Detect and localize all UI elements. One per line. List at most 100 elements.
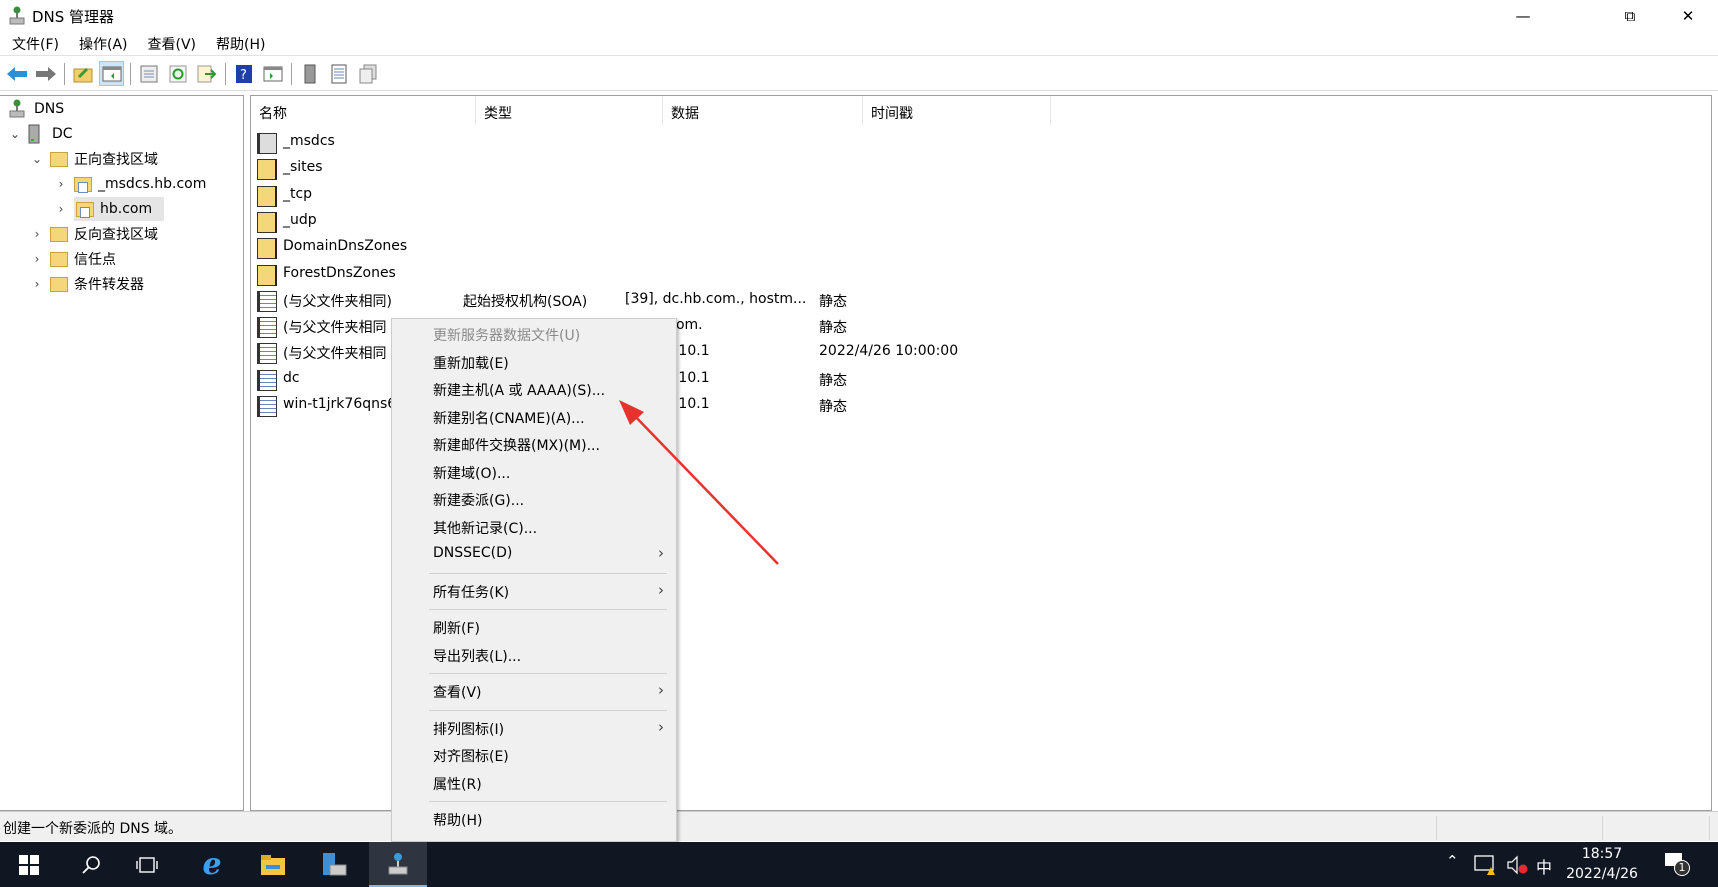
menu-item-label: 对齐图标(E) [433, 749, 509, 765]
context-menu-item[interactable]: 更新服务器数据文件(U) [392, 321, 676, 347]
tree-item-dns[interactable]: DNS [8, 97, 64, 121]
show-hidden-icons-button[interactable]: ⌃ [1446, 852, 1459, 870]
context-menu-item[interactable]: 查看(V) › [392, 678, 676, 704]
menu-separator [429, 801, 667, 802]
tree-item-label: 正向查找区域 [74, 152, 158, 168]
context-menu-item[interactable]: 重新加载(E) [392, 349, 676, 375]
back-button[interactable] [4, 61, 29, 86]
tree-item-conditional-forwarders[interactable]: › 条件转发器 [30, 272, 144, 296]
context-menu-item[interactable]: 导出列表(L)... [392, 642, 676, 668]
internet-explorer-icon: e [202, 847, 222, 882]
table-row[interactable]: _udp [257, 207, 1357, 233]
tree-item-forward-zones[interactable]: ⌄ 正向查找区域 [30, 147, 158, 171]
action-center-button[interactable]: 1 [1664, 852, 1690, 880]
start-button[interactable] [0, 842, 58, 887]
context-menu-item[interactable]: 刷新(F) [392, 614, 676, 640]
context-menu-item[interactable]: 属性(R) [392, 770, 676, 796]
column-header-type[interactable]: 类型 [476, 96, 663, 125]
record-icon [257, 396, 277, 417]
table-row[interactable]: _tcp [257, 181, 1357, 207]
export-list-button[interactable] [194, 61, 219, 86]
table-row[interactable]: DomainDnsZones [257, 233, 1357, 260]
chevron-right-icon[interactable]: › [30, 277, 44, 291]
volume-muted-icon[interactable] [1506, 854, 1528, 876]
network-warning-icon[interactable] [1474, 854, 1496, 876]
table-row[interactable]: ForestDnsZones [257, 260, 1357, 286]
tree-item-label: DNS [34, 101, 65, 117]
clock[interactable]: 18:57 2022/4/26 [1562, 844, 1642, 884]
cell-name: _msdcs [283, 133, 335, 149]
forward-button[interactable] [33, 61, 58, 86]
list-view-button[interactable] [326, 61, 351, 86]
show-action-pane-button[interactable] [260, 61, 285, 86]
cell-timestamp: 静态 [819, 320, 847, 337]
minimize-button[interactable]: — [1495, 0, 1551, 31]
up-level-button[interactable] [70, 61, 95, 86]
action-pane-icon [263, 66, 282, 81]
refresh-icon [169, 65, 186, 82]
help-button[interactable]: ? [231, 61, 256, 86]
close-icon: ✕ [1681, 6, 1695, 25]
table-row[interactable]: _sites [257, 154, 1357, 181]
cell-name: _udp [283, 211, 317, 228]
cell-name: (与父文件夹相同) [283, 293, 392, 310]
cell-name: win-t1jrk76qns6 [283, 396, 397, 412]
table-row[interactable]: _msdcs [257, 128, 1357, 154]
notification-count: 1 [1674, 860, 1690, 876]
taskbar-server-manager[interactable] [305, 842, 363, 887]
taskbar-file-explorer[interactable] [244, 842, 302, 887]
task-view-button[interactable] [118, 842, 176, 887]
folder-icon [257, 264, 277, 286]
status-text: 创建一个新委派的 DNS 域。 [3, 821, 183, 837]
ime-indicator[interactable]: 中 [1536, 854, 1552, 878]
title-bar: DNS 管理器 — ⧉ ✕ [0, 0, 1718, 31]
back-arrow-icon [6, 66, 27, 81]
dns-app-icon [8, 6, 26, 30]
tree-item-label: 条件转发器 [74, 277, 144, 293]
zone-icon [74, 176, 92, 193]
zone-icon [76, 201, 94, 218]
taskbar-ie[interactable]: e [183, 842, 241, 887]
taskbar: e ⌃ 中 18:57 2022/4/26 1 [0, 842, 1718, 887]
chevron-down-icon[interactable]: ⌄ [8, 127, 22, 141]
column-header-timestamp[interactable]: 时间戳 [863, 96, 1051, 125]
properties-icon [140, 65, 157, 82]
menu-bar: 文件(F) 操作(A) 查看(V) 帮助(H) [0, 31, 1718, 56]
tree-item-trust-points[interactable]: › 信任点 [30, 247, 116, 271]
chevron-right-icon[interactable]: › [30, 252, 44, 266]
chevron-down-icon[interactable]: ⌄ [30, 152, 44, 166]
chevron-right-icon[interactable]: › [54, 202, 68, 216]
table-row[interactable]: (与父文件夹相同) 起始授权机构(SOA) [39], dc.hb.com., ho… [257, 286, 1357, 312]
menu-file[interactable]: 文件(F) [4, 31, 67, 55]
menu-view[interactable]: 查看(V) [140, 31, 205, 55]
tree-item-label: hb.com [100, 201, 153, 217]
taskbar-dns-manager[interactable] [369, 842, 427, 887]
chevron-right-icon[interactable]: › [54, 177, 68, 191]
context-menu-item[interactable]: 排列图标(I) › [392, 715, 676, 741]
minimize-icon: — [1515, 6, 1531, 25]
properties-button[interactable] [136, 61, 161, 86]
folder-icon [50, 151, 68, 167]
tree-item-msdcs-zone[interactable]: › _msdcs.hb.com [54, 172, 206, 196]
show-hide-tree-button[interactable] [99, 61, 124, 86]
menu-separator [429, 673, 667, 674]
chevron-right-icon[interactable]: › [30, 227, 44, 241]
restore-button[interactable]: ⧉ [1602, 0, 1658, 31]
close-button[interactable]: ✕ [1660, 0, 1716, 31]
folder-icon [257, 185, 277, 207]
forward-arrow-icon [35, 66, 56, 81]
context-menu-item[interactable]: 帮助(H) [392, 806, 676, 832]
tree-item-dc[interactable]: ⌄ DC [8, 122, 73, 146]
refresh-button[interactable] [165, 61, 190, 86]
tree-item-reverse-zones[interactable]: › 反向查找区域 [30, 222, 158, 246]
copy-button[interactable] [355, 61, 380, 86]
column-header-name[interactable]: 名称 [251, 96, 476, 125]
column-header-data[interactable]: 数据 [663, 96, 863, 125]
context-menu-item[interactable]: 对齐图标(E) [392, 742, 676, 768]
menu-action[interactable]: 操作(A) [71, 31, 136, 55]
menu-help[interactable]: 帮助(H) [208, 31, 273, 55]
server-button[interactable] [297, 61, 322, 86]
search-button[interactable] [62, 842, 120, 887]
tree-item-hb-com[interactable]: › hb.com [54, 197, 165, 221]
record-icon [257, 317, 277, 339]
